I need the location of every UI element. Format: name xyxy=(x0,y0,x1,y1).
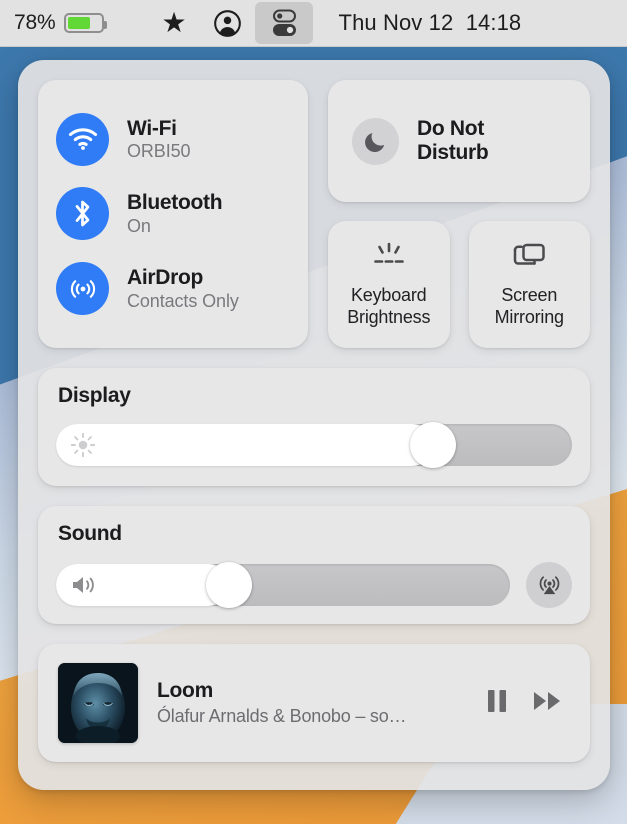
battery-fill xyxy=(68,17,91,29)
moon-icon xyxy=(365,132,385,152)
airplay-audio-button[interactable] xyxy=(526,562,572,608)
wifi-icon-badge xyxy=(56,112,109,166)
bluetooth-icon-badge xyxy=(56,187,109,241)
bluetooth-toggle[interactable]: Bluetooth On xyxy=(56,187,290,241)
screen-mirroring-label: Screen Mirroring xyxy=(495,285,564,328)
battery-terminal xyxy=(104,21,108,29)
now-playing-subtitle: Ólafur Arnalds & Bonobo – so… xyxy=(157,706,407,727)
menu-bar: 78% ★ Thu Nov 12 14:18 xyxy=(0,0,627,47)
keyboard-brightness-line2: Brightness xyxy=(347,306,431,327)
sound-slider-knob[interactable] xyxy=(205,562,252,608)
keyboard-brightness-line1: Keyboard xyxy=(351,284,427,305)
battery-percent-label: 78% xyxy=(14,11,56,34)
user-account-menu-item[interactable] xyxy=(200,0,255,47)
control-center-icon xyxy=(272,9,296,36)
display-slider-row xyxy=(56,422,572,468)
keyboard-brightness-label: Keyboard Brightness xyxy=(347,285,430,328)
star-icon: ★ xyxy=(161,7,187,38)
now-playing-meta: Loom Ólafur Arnalds & Bonobo – so… xyxy=(157,678,465,728)
airdrop-text: AirDrop Contacts Only xyxy=(127,266,239,311)
pause-icon xyxy=(488,689,506,712)
bluetooth-icon xyxy=(75,201,90,227)
now-playing-title: Loom xyxy=(157,679,213,703)
sound-slider-fill xyxy=(56,564,229,606)
album-artwork-image xyxy=(58,663,138,743)
airdrop-subtitle: Contacts Only xyxy=(127,290,239,311)
screen-mirroring-line1: Screen xyxy=(501,284,558,305)
moon-icon-badge xyxy=(352,117,399,165)
dnd-label-line2: Disturb xyxy=(417,141,489,164)
airdrop-icon xyxy=(70,279,95,298)
keyboard-brightness-button[interactable]: Keyboard Brightness xyxy=(328,221,450,348)
sound-title: Sound xyxy=(58,522,122,545)
user-account-icon xyxy=(213,9,241,37)
fast-forward-button[interactable] xyxy=(532,687,564,720)
battery-icon xyxy=(64,13,108,33)
dnd-label-line1: Do Not xyxy=(417,116,485,140)
now-playing-card: Loom Ólafur Arnalds & Bonobo – so… xyxy=(38,644,590,762)
now-playing-controls xyxy=(484,687,570,720)
wifi-toggle[interactable]: Wi-Fi ORBI50 xyxy=(56,112,290,166)
bluetooth-text: Bluetooth On xyxy=(127,191,223,236)
control-center-panel: Wi-Fi ORBI50 Bluetooth On AirDrop Contac… xyxy=(18,60,610,790)
fast-forward-icon xyxy=(534,691,560,710)
battery-status[interactable]: 78% xyxy=(14,11,108,35)
wifi-text: Wi-Fi ORBI50 xyxy=(127,116,191,162)
display-card: Display xyxy=(38,368,590,486)
do-not-disturb-label: Do Not Disturb xyxy=(417,116,489,165)
control-center-right-column: Do Not Disturb Keyboard Brightness Scree… xyxy=(328,80,590,348)
album-artwork[interactable] xyxy=(58,663,138,743)
screen-mirroring-icon xyxy=(514,243,545,265)
airdrop-title: AirDrop xyxy=(127,266,204,290)
screen-mirroring-button[interactable]: Screen Mirroring xyxy=(468,221,590,348)
wifi-icon xyxy=(68,128,97,151)
airplay-audio-icon xyxy=(539,575,559,594)
sound-volume-slider[interactable] xyxy=(56,562,510,608)
control-center-menu-item[interactable] xyxy=(254,2,313,44)
display-slider-knob[interactable] xyxy=(409,422,456,468)
bluetooth-subtitle: On xyxy=(127,215,151,236)
pause-button[interactable] xyxy=(484,687,510,720)
airdrop-toggle[interactable]: AirDrop Contacts Only xyxy=(56,262,290,316)
display-brightness-slider[interactable] xyxy=(56,422,572,468)
display-slider-fill xyxy=(56,424,433,466)
control-center-tile-row: Keyboard Brightness Screen Mirroring xyxy=(328,221,590,348)
sound-slider-row xyxy=(56,562,572,608)
sound-card: Sound xyxy=(38,506,590,624)
screen-mirroring-line2: Mirroring xyxy=(494,306,564,327)
bluetooth-title: Bluetooth xyxy=(127,191,223,215)
control-center-top-row: Wi-Fi ORBI50 Bluetooth On AirDrop Contac… xyxy=(38,80,590,348)
star-menu-item[interactable]: ★ xyxy=(148,0,199,47)
menu-bar-clock[interactable]: Thu Nov 12 14:18 xyxy=(339,10,522,36)
wifi-title: Wi-Fi xyxy=(127,116,177,140)
display-title: Display xyxy=(58,384,131,407)
connectivity-card: Wi-Fi ORBI50 Bluetooth On AirDrop Contac… xyxy=(38,80,308,348)
airdrop-icon-badge xyxy=(56,262,109,316)
do-not-disturb-button[interactable]: Do Not Disturb xyxy=(328,80,590,202)
keyboard-brightness-icon xyxy=(373,242,404,263)
wifi-subtitle: ORBI50 xyxy=(127,141,191,162)
